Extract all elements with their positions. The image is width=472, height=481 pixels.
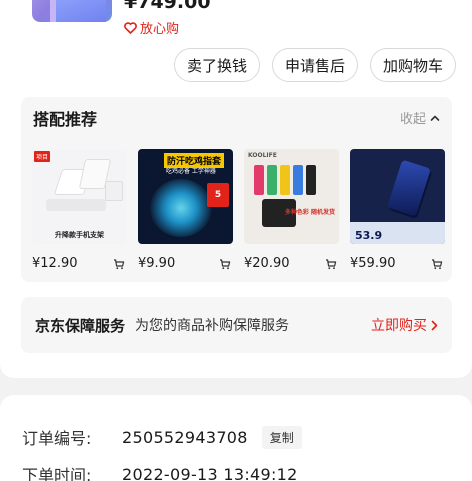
image-tag: 项目	[34, 151, 51, 162]
assurance-badge: 放心购	[124, 18, 179, 37]
order-info-card: 订单编号: 250552943708 复制 下单时间: 2022-09-13 1…	[0, 395, 472, 481]
after-sales-button[interactable]: 申请售后	[271, 48, 358, 82]
copy-order-number-button[interactable]: 复制	[261, 425, 302, 449]
product-image-finger-sleeve[interactable]: 防汗吃鸡指套 吃鸡必备 工学神器 5	[138, 149, 233, 244]
image-caption: 升降款手机支架	[55, 231, 104, 239]
collapse-label: 收起	[399, 112, 426, 127]
guarantee-description: 为您的商品补购保障服务	[135, 318, 290, 334]
recommendation-panel: 搭配推荐 收起 项目 升降款手机支架 ¥12.90 防汗吃鸡指套 吃鸡必备 工学…	[21, 97, 452, 282]
product-info: ¥20.90	[244, 256, 339, 271]
order-number-row: 订单编号: 250552943708 复制	[22, 425, 302, 449]
color-swatch	[280, 165, 290, 195]
product-price: ¥12.90	[32, 256, 78, 271]
product-price: ¥9.90	[138, 256, 176, 271]
recommendation-title: 搭配推荐	[33, 110, 98, 129]
guarantee-service-bar[interactable]: 京东保障服务 为您的商品补购保障服务 立即购买	[21, 297, 452, 353]
image-badge: 5	[207, 183, 229, 207]
buy-now-link[interactable]: 立即购买	[371, 315, 438, 335]
order-actions: 卖了换钱 申请售后 加购物车	[173, 48, 456, 82]
order-time-row: 下单时间: 2022-09-13 13:49:12	[22, 462, 298, 481]
color-swatch	[267, 165, 277, 195]
order-time-label: 下单时间:	[22, 466, 92, 481]
order-time-value: 2022-09-13 13:49:12	[122, 464, 298, 481]
heart-icon	[124, 21, 137, 34]
product-card[interactable]: 项目 升降款手机支架 ¥12.90	[32, 149, 127, 271]
image-number: 53.9	[355, 229, 383, 242]
power-bank-shape	[387, 159, 431, 217]
cart-icon[interactable]	[113, 258, 125, 270]
color-swatch	[306, 165, 316, 195]
phone-image	[56, 0, 106, 22]
sell-exchange-button[interactable]: 卖了换钱	[173, 48, 260, 82]
chevron-right-icon	[431, 320, 438, 330]
stand-base	[46, 199, 106, 211]
order-number-value: 250552943708	[122, 427, 248, 447]
product-image-power-bank[interactable]: 53.9	[350, 149, 445, 244]
image-burst	[150, 179, 212, 237]
product-image-phone-stand[interactable]: 项目 升降款手机支架	[32, 149, 127, 244]
product-list: 项目 升降款手机支架 ¥12.90 防汗吃鸡指套 吃鸡必备 工学神器 5 ¥9.…	[32, 149, 445, 271]
order-detail-card: ¥749.00 放心购 卖了换钱 申请售后 加购物车 搭配推荐 收起 项目 升降…	[0, 0, 472, 378]
stand-mini	[105, 181, 123, 201]
assurance-label: 放心购	[140, 22, 180, 37]
add-to-cart-button[interactable]: 加购物车	[369, 48, 456, 82]
image-subline: 吃鸡必备 工学神器	[166, 168, 216, 175]
product-image-card-stand[interactable]: KOOLIFE 多种色彩 随机发货	[244, 149, 339, 244]
product-info: ¥9.90	[138, 256, 233, 271]
product-info: ¥59.90	[350, 256, 445, 271]
image-logo: KOOLIFE	[248, 152, 277, 159]
color-swatch	[254, 165, 264, 195]
image-text: 多种色彩 随机发货	[284, 209, 335, 216]
cart-icon[interactable]	[219, 258, 231, 270]
product-price: ¥20.90	[244, 256, 290, 271]
product-card[interactable]: 53.9 ¥59.90	[350, 149, 445, 271]
order-number-label: 订单编号:	[22, 429, 92, 448]
collapse-toggle[interactable]: 收起	[400, 108, 440, 127]
product-price: ¥749.00	[124, 0, 211, 13]
guarantee-title: 京东保障服务	[35, 316, 126, 335]
product-thumbnail[interactable]	[32, 0, 112, 22]
cart-icon[interactable]	[431, 258, 443, 270]
color-swatch	[293, 165, 303, 195]
cart-icon[interactable]	[325, 258, 337, 270]
product-card[interactable]: 防汗吃鸡指套 吃鸡必备 工学神器 5 ¥9.90	[138, 149, 233, 271]
product-card[interactable]: KOOLIFE 多种色彩 随机发货 ¥20.90	[244, 149, 339, 271]
buy-now-label: 立即购买	[371, 318, 427, 334]
product-price: ¥59.90	[350, 256, 396, 271]
chevron-up-icon	[430, 115, 440, 121]
product-info: ¥12.90	[32, 256, 127, 271]
